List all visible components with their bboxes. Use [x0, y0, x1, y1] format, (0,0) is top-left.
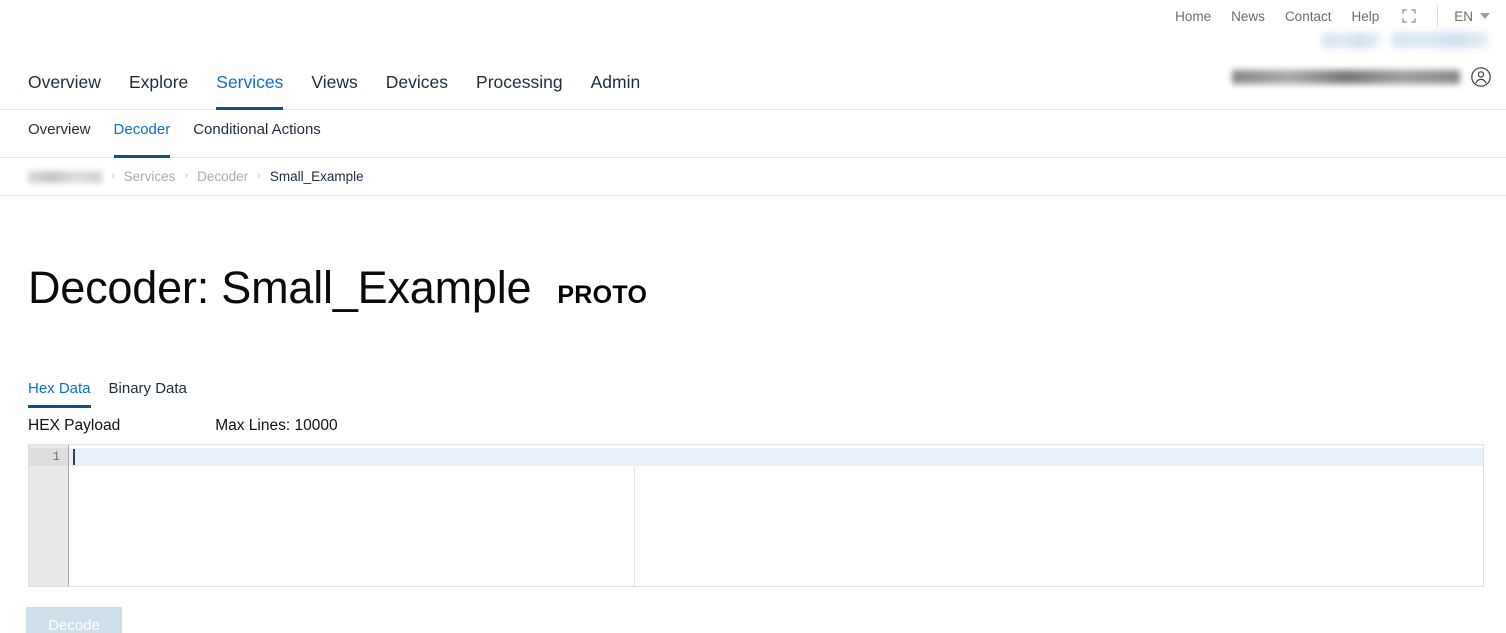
breadcrumb-item-redacted[interactable] [28, 170, 102, 183]
nav-item-admin[interactable]: Admin [591, 62, 641, 110]
logo-wordmark-redacted [1392, 32, 1488, 48]
primary-navigation: Overview Explore Services Views Devices … [0, 62, 1506, 110]
breadcrumb-separator: › [184, 170, 189, 182]
breadcrumb-item-current: Small_Example [269, 169, 364, 184]
data-format-tabs: Hex Data Binary Data [0, 380, 1506, 408]
utility-divider [1437, 5, 1439, 27]
hex-payload-label: HEX Payload [28, 416, 121, 434]
tab-binary-data[interactable]: Binary Data [109, 380, 187, 408]
nav-item-services[interactable]: Services [216, 62, 284, 110]
breadcrumb: › Services › Decoder › Small_Example [0, 158, 1506, 196]
breadcrumb-item-decoder[interactable]: Decoder [197, 169, 248, 184]
nav-item-devices[interactable]: Devices [386, 62, 448, 110]
utility-link-contact[interactable]: Contact [1285, 9, 1332, 24]
brand-logo-redacted [1322, 32, 1488, 48]
utility-link-help[interactable]: Help [1351, 9, 1379, 24]
editor-active-line-highlight [69, 447, 1483, 466]
utility-link-news[interactable]: News [1231, 9, 1265, 24]
language-selector[interactable]: EN [1454, 9, 1490, 24]
language-label: EN [1454, 8, 1473, 24]
nav-item-explore[interactable]: Explore [129, 62, 188, 110]
breadcrumb-item-services[interactable]: Services [124, 169, 176, 184]
decode-button[interactable]: Decode [26, 606, 122, 633]
action-row: Decode [0, 587, 1506, 633]
editor-line-gutter: 1 [29, 444, 69, 586]
page-title: Decoder: Small_Example [28, 262, 532, 314]
subnav-item-decoder[interactable]: Decoder [113, 110, 170, 158]
brand-row [0, 32, 1506, 62]
nav-item-views[interactable]: Views [311, 62, 357, 110]
nav-item-processing[interactable]: Processing [476, 62, 563, 110]
line-number: 1 [29, 447, 68, 466]
chevron-down-icon [1480, 13, 1490, 19]
user-account-area[interactable] [1232, 66, 1492, 88]
user-avatar-icon[interactable] [1470, 66, 1492, 88]
subnav-item-overview[interactable]: Overview [28, 110, 91, 158]
hex-payload-editor[interactable]: 1 [28, 443, 1484, 587]
breadcrumb-separator: › [257, 170, 261, 182]
editor-text-caret [73, 448, 75, 465]
secondary-navigation: Overview Decoder Conditional Actions [0, 110, 1506, 158]
proto-tag: PROTO [557, 281, 648, 310]
editor-code-area[interactable] [69, 445, 1483, 586]
expand-icon[interactable] [1401, 8, 1417, 24]
nav-item-overview[interactable]: Overview [28, 62, 101, 110]
breadcrumb-separator: › [111, 170, 115, 182]
utility-bar: Home News Contact Help EN [0, 0, 1506, 32]
utility-link-home[interactable]: Home [1175, 9, 1211, 24]
logo-mark-redacted [1322, 32, 1380, 48]
user-email-redacted [1232, 70, 1460, 84]
max-lines-label: Max Lines: 10000 [215, 416, 338, 434]
editor-labels-row: HEX Payload Max Lines: 10000 [0, 417, 1506, 435]
editor-vertical-ruler [634, 465, 635, 586]
subnav-item-conditional-actions[interactable]: Conditional Actions [193, 110, 321, 158]
page-header: Decoder: Small_Example PROTO [0, 196, 1506, 342]
sub-nav-list: Overview Decoder Conditional Actions [0, 110, 1506, 158]
tab-hex-data[interactable]: Hex Data [28, 380, 91, 408]
